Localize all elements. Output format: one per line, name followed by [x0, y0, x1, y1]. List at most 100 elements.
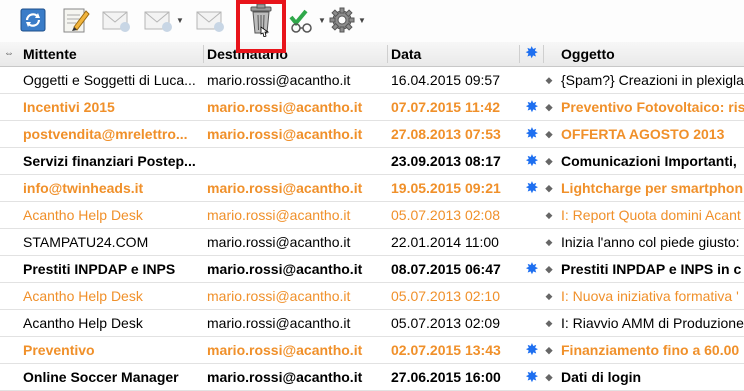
- sender-cell: Online Soccer Manager: [23, 369, 179, 385]
- table-row[interactable]: Oggetti e Soggetti di Luca... mario.rossi…: [0, 67, 744, 94]
- sender-cell: Incentivi 2015: [23, 99, 115, 115]
- table-row[interactable]: Preventivo mario.rossi@acantho.it 02.07.20…: [0, 337, 744, 364]
- subject-cell: Finanziamento fino a 60.00: [561, 342, 740, 358]
- unread-star-icon[interactable]: ✸: [523, 94, 541, 120]
- recipient-cell: mario.rossi@acantho.it: [207, 261, 363, 277]
- mail-toolbar: ▼ ▼ ▼: [0, 0, 744, 43]
- star-placeholder[interactable]: [523, 202, 541, 228]
- recipient-cell: mario.rossi@acantho.it: [207, 369, 363, 385]
- star-placeholder[interactable]: [523, 310, 541, 336]
- table-row[interactable]: Servizi finanziari Postep... 23.09.2013 0…: [0, 148, 744, 175]
- forward-icon: [196, 11, 224, 32]
- column-header-date[interactable]: Data: [391, 42, 421, 66]
- bullet-icon: ◆: [545, 372, 553, 382]
- bullet-icon: ◆: [545, 291, 553, 301]
- date-cell: 22.01.2014 11:00: [391, 234, 499, 250]
- column-divider[interactable]: [543, 45, 544, 63]
- subject-cell: I: Report Quota domini Acant: [561, 207, 741, 223]
- settings-button[interactable]: ▼: [328, 5, 366, 35]
- compose-button[interactable]: [60, 5, 90, 35]
- chevron-down-icon[interactable]: ▼: [318, 16, 326, 25]
- message-list: Oggetti e Soggetti di Luca... mario.rossi…: [0, 67, 744, 391]
- date-cell: 27.08.2013 07:53: [391, 126, 501, 142]
- column-header-subject[interactable]: Oggetto: [561, 42, 615, 66]
- table-row[interactable]: Online Soccer Manager mario.rossi@acantho…: [0, 364, 744, 391]
- recipient-cell: mario.rossi@acantho.it: [207, 72, 351, 88]
- star-placeholder[interactable]: [523, 283, 541, 309]
- date-cell: 05.07.2013 02:08: [391, 207, 500, 223]
- sender-cell: STAMPATU24.COM: [23, 234, 149, 250]
- bullet-icon: ◆: [545, 345, 553, 355]
- column-picker-icon[interactable]: ⇔: [4, 42, 14, 66]
- subject-cell: I: Nuova iniziativa formativa ': [561, 288, 739, 304]
- table-row[interactable]: Acantho Help Desk mario.rossi@acantho.it 0…: [0, 202, 744, 229]
- bullet-icon: ◆: [545, 102, 553, 112]
- column-divider[interactable]: [387, 45, 388, 63]
- sender-cell: Prestiti INPDAP e INPS: [23, 261, 176, 277]
- sender-cell: Acantho Help Desk: [23, 288, 143, 304]
- column-divider[interactable]: [203, 45, 204, 63]
- message-list-header: ⇔ Mittente Destinatario Data ✸ Oggetto: [0, 42, 744, 67]
- column-header-from[interactable]: Mittente: [23, 42, 77, 66]
- spam-filter-button[interactable]: ▼: [288, 5, 326, 35]
- date-cell: 16.04.2015 09:57: [391, 72, 500, 88]
- settings-gear-icon: [329, 7, 355, 33]
- bullet-icon: ◆: [545, 264, 553, 274]
- date-cell: 05.07.2013 02:10: [391, 288, 500, 304]
- recipient-cell: [207, 148, 387, 174]
- table-row[interactable]: Incentivi 2015 mario.rossi@acantho.it 07.0…: [0, 94, 744, 121]
- unread-star-icon[interactable]: ✸: [523, 256, 541, 282]
- column-divider[interactable]: [519, 45, 520, 63]
- reply-icon: [102, 11, 130, 32]
- subject-cell: Prestiti INPDAP e INPS in c: [561, 261, 742, 277]
- get-mail-button[interactable]: [18, 5, 48, 35]
- table-row[interactable]: Prestiti INPDAP e INPS mario.rossi@acanth…: [0, 256, 744, 283]
- table-row[interactable]: postvendita@mrelettro... mario.rossi@acan…: [0, 121, 744, 148]
- date-cell: 27.06.2015 16:00: [391, 369, 501, 385]
- sender-cell: postvendita@mrelettro...: [23, 126, 188, 142]
- forward-button[interactable]: [194, 5, 226, 35]
- table-row[interactable]: Acantho Help Desk mario.rossi@acantho.it 0…: [0, 283, 744, 310]
- subject-cell: {Spam?} Creazioni in plexigla: [561, 72, 744, 88]
- unread-star-icon[interactable]: ✸: [523, 175, 541, 201]
- bullet-icon: ◆: [545, 210, 553, 220]
- date-cell: 05.07.2013 02:09: [391, 315, 500, 331]
- unread-star-icon[interactable]: ✸: [523, 337, 541, 363]
- recipient-cell: mario.rossi@acantho.it: [207, 99, 363, 115]
- subject-cell: Dati di login: [561, 369, 642, 385]
- star-placeholder[interactable]: [523, 229, 541, 255]
- table-row[interactable]: STAMPATU24.COM mario.rossi@acantho.it 22.0…: [0, 229, 744, 256]
- subject-cell: Lightcharge per smartphon: [561, 180, 744, 196]
- bullet-icon: ◆: [545, 156, 553, 166]
- unread-star-icon[interactable]: ✸: [523, 148, 541, 174]
- subject-cell: Preventivo Fotovoltaico: ris: [561, 99, 744, 115]
- recipient-cell: mario.rossi@acantho.it: [207, 288, 351, 304]
- sender-cell: info@twinheads.it: [23, 180, 144, 196]
- star-placeholder[interactable]: [523, 67, 541, 93]
- column-header-star-icon[interactable]: ✸: [525, 42, 538, 66]
- bullet-icon: ◆: [545, 129, 553, 139]
- reply-button[interactable]: [100, 5, 132, 35]
- table-row[interactable]: info@twinheads.it mario.rossi@acantho.it 1…: [0, 175, 744, 202]
- bullet-icon: ◆: [545, 237, 553, 247]
- subject-cell: Comunicazioni Importanti,: [561, 153, 737, 169]
- chevron-down-icon[interactable]: ▼: [358, 16, 366, 25]
- bullet-icon: ◆: [545, 183, 553, 193]
- delete-button-highlight: [236, 0, 286, 53]
- unread-star-icon[interactable]: ✸: [523, 364, 541, 390]
- table-row[interactable]: Acantho Help Desk mario.rossi@acantho.it 0…: [0, 310, 744, 337]
- recipient-cell: mario.rossi@acantho.it: [207, 207, 351, 223]
- date-cell: 02.07.2015 13:43: [391, 342, 501, 358]
- recipient-cell: mario.rossi@acantho.it: [207, 315, 351, 331]
- date-cell: 08.07.2015 06:47: [391, 261, 501, 277]
- compose-icon: [63, 8, 90, 33]
- reply-all-icon: [144, 11, 172, 32]
- bullet-icon: ◆: [545, 75, 553, 85]
- recipient-cell: mario.rossi@acantho.it: [207, 126, 363, 142]
- unread-star-icon[interactable]: ✸: [523, 121, 541, 147]
- chevron-down-icon[interactable]: ▼: [176, 16, 184, 25]
- recipient-cell: mario.rossi@acantho.it: [207, 180, 363, 196]
- subject-cell: OFFERTA AGOSTO 2013: [561, 126, 725, 142]
- date-cell: 23.09.2013 08:17: [391, 153, 501, 169]
- reply-all-button[interactable]: ▼: [142, 5, 184, 35]
